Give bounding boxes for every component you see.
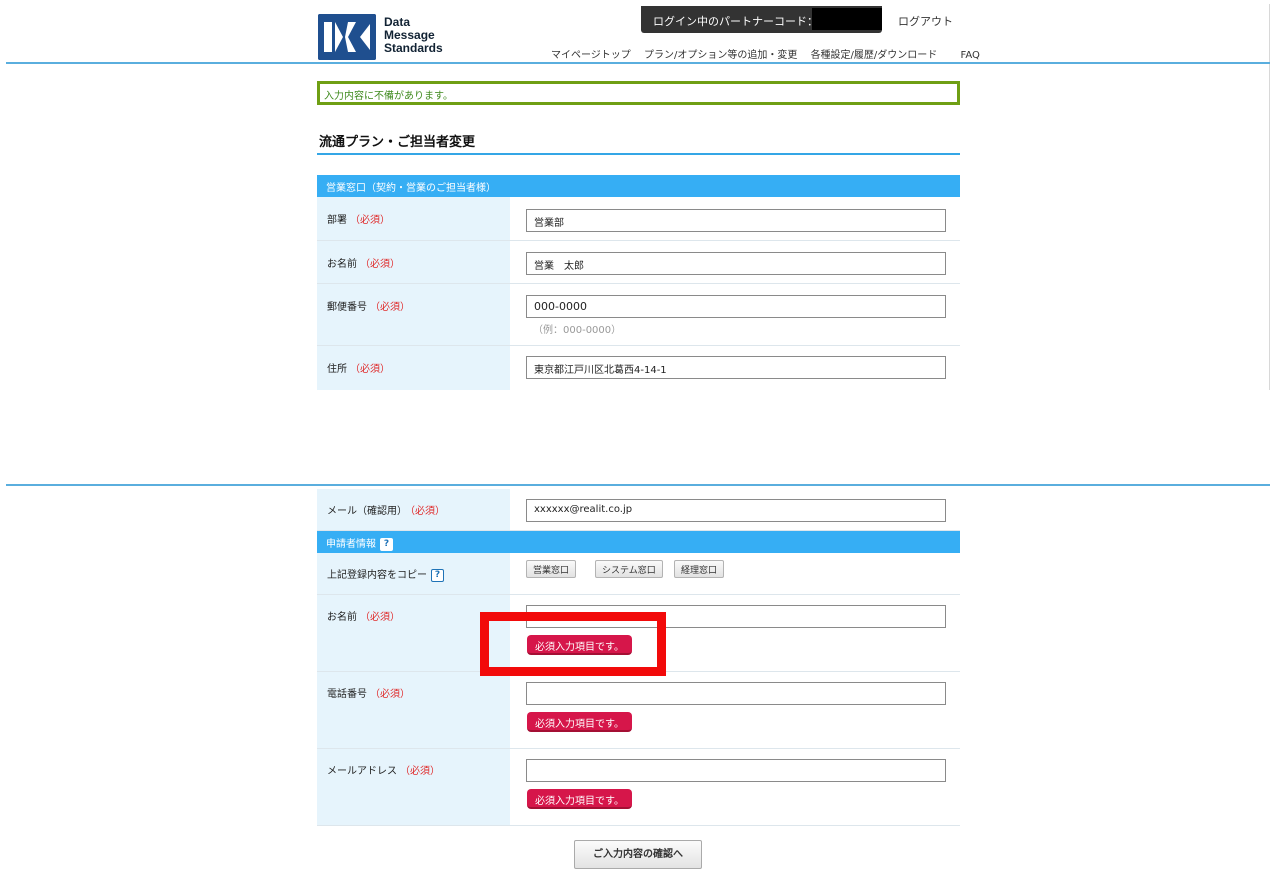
- postal-code-hint: （例：000-0000）: [533, 325, 622, 336]
- required-mark: （必須）: [350, 215, 390, 226]
- form-row-applicant-phone: 電話番号 （必須） 必須入力項目です。: [317, 672, 960, 749]
- header-nav: マイページトップ プラン/オプション等の追加・変更 各種設定/履歴/ダウンロード…: [551, 46, 980, 61]
- nav-settings-history[interactable]: 各種設定/履歴/ダウンロード: [811, 50, 938, 61]
- applicant-email-label: メールアドレス: [327, 766, 397, 777]
- applicant-phone-label-cell: 電話番号 （必須）: [317, 672, 510, 748]
- form-row-applicant-email: メールアドレス （必須） 必須入力項目です。: [317, 749, 960, 826]
- nav-mypage-top[interactable]: マイページトップ: [551, 50, 631, 61]
- applicant-name-label: お名前: [327, 612, 357, 623]
- logout-link[interactable]: ログアウト: [898, 13, 953, 29]
- form-error-banner: 入力内容に不備があります。: [317, 81, 960, 105]
- form-row-sales-name: お名前 （必須） 営業 太郎: [317, 241, 960, 284]
- form-row-copy: 上記登録内容をコピー? 営業窓口 システム窓口 経理窓口: [317, 553, 960, 595]
- form-row-confirm-email: メール（確認用） （必須） xxxxxx@realit.co.jp: [317, 489, 960, 531]
- postal-code-label-cell: 郵便番号 （必須）: [317, 284, 510, 345]
- confirm-input-button[interactable]: ご入力内容の確認へ: [574, 840, 702, 869]
- form-row-department: 部署 （必須） 営業部: [317, 197, 960, 241]
- sales-name-label: お名前: [327, 259, 357, 270]
- help-icon[interactable]: ?: [431, 568, 444, 582]
- department-label: 部署: [327, 215, 347, 226]
- applicant-phone-error: 必須入力項目です。: [527, 712, 632, 732]
- applicant-email-error: 必須入力項目です。: [527, 789, 632, 809]
- title-underline: [317, 153, 960, 155]
- header-divider: [6, 484, 1270, 486]
- nav-faq[interactable]: FAQ: [961, 50, 980, 61]
- required-mark: （必須）: [400, 766, 440, 777]
- confirm-email-label-cell: メール（確認用） （必須）: [317, 489, 510, 530]
- copy-system-button[interactable]: システム窓口: [595, 560, 663, 578]
- address-input[interactable]: 東京都江戸川区北葛西4-14-1: [526, 356, 946, 379]
- required-mark: （必須）: [360, 259, 400, 270]
- nav-plan-option[interactable]: プラン/オプション等の追加・変更: [644, 50, 797, 61]
- partner-code-bar: ログイン中のパートナーコード：: [641, 6, 882, 33]
- postal-code-label: 郵便番号: [327, 302, 367, 313]
- annotation-highlight-box: [480, 612, 666, 676]
- confirm-email-label: メール（確認用）: [327, 506, 407, 517]
- sales-section-header: 営業窓口（契約・営業のご担当者様）: [317, 175, 960, 197]
- required-mark: （必須）: [410, 506, 445, 517]
- applicant-phone-input[interactable]: [526, 682, 946, 705]
- required-mark: （必須）: [360, 612, 400, 623]
- form-row-postal-code: 郵便番号 （必須） 000-0000 （例：000-0000）: [317, 284, 960, 346]
- logo-wordmark: Data Message Standards: [384, 15, 443, 55]
- postal-code-input[interactable]: 000-0000: [526, 295, 946, 318]
- form-row-address: 住所 （必須） 東京都江戸川区北葛西4-14-1: [317, 346, 960, 390]
- address-label: 住所: [327, 364, 347, 375]
- page-title: 流通プラン・ご担当者変更: [319, 135, 476, 150]
- required-mark: （必須）: [350, 364, 390, 375]
- copy-label: 上記登録内容をコピー: [327, 570, 427, 581]
- partner-code-label: ログイン中のパートナーコード：: [653, 15, 818, 28]
- header-divider: [6, 62, 1270, 64]
- sales-name-label-cell: お名前 （必須）: [317, 241, 510, 283]
- applicant-phone-label: 電話番号: [327, 689, 367, 700]
- applicant-section-title: 申請者情報: [326, 539, 376, 550]
- confirm-email-input[interactable]: xxxxxx@realit.co.jp: [526, 499, 946, 522]
- screenshot-bottom-panel: メール（確認用） （必須） xxxxxx@realit.co.jp 申請者情報? …: [6, 484, 1270, 889]
- required-mark: （必須）: [370, 689, 410, 700]
- dms-logo-icon: [318, 14, 376, 60]
- site-logo[interactable]: Data Message Standards: [318, 12, 448, 62]
- address-label-cell: 住所 （必須）: [317, 346, 510, 390]
- department-input[interactable]: 営業部: [526, 209, 946, 232]
- help-icon[interactable]: ?: [380, 537, 393, 551]
- sales-name-input[interactable]: 営業 太郎: [526, 252, 946, 275]
- screenshot-top-panel: Data Message Standards ログイン中のパートナーコード： ロ…: [6, 4, 1270, 390]
- required-mark: （必須）: [370, 302, 410, 313]
- copy-accounting-button[interactable]: 経理窓口: [674, 560, 725, 578]
- applicant-email-input[interactable]: [526, 759, 946, 782]
- partner-code-redacted: [812, 8, 882, 30]
- department-label-cell: 部署 （必須）: [317, 197, 510, 240]
- copy-sales-button[interactable]: 営業窓口: [526, 560, 577, 578]
- applicant-section-header: 申請者情報?: [317, 531, 960, 553]
- applicant-email-label-cell: メールアドレス （必須）: [317, 749, 510, 825]
- copy-label-cell: 上記登録内容をコピー?: [317, 553, 510, 594]
